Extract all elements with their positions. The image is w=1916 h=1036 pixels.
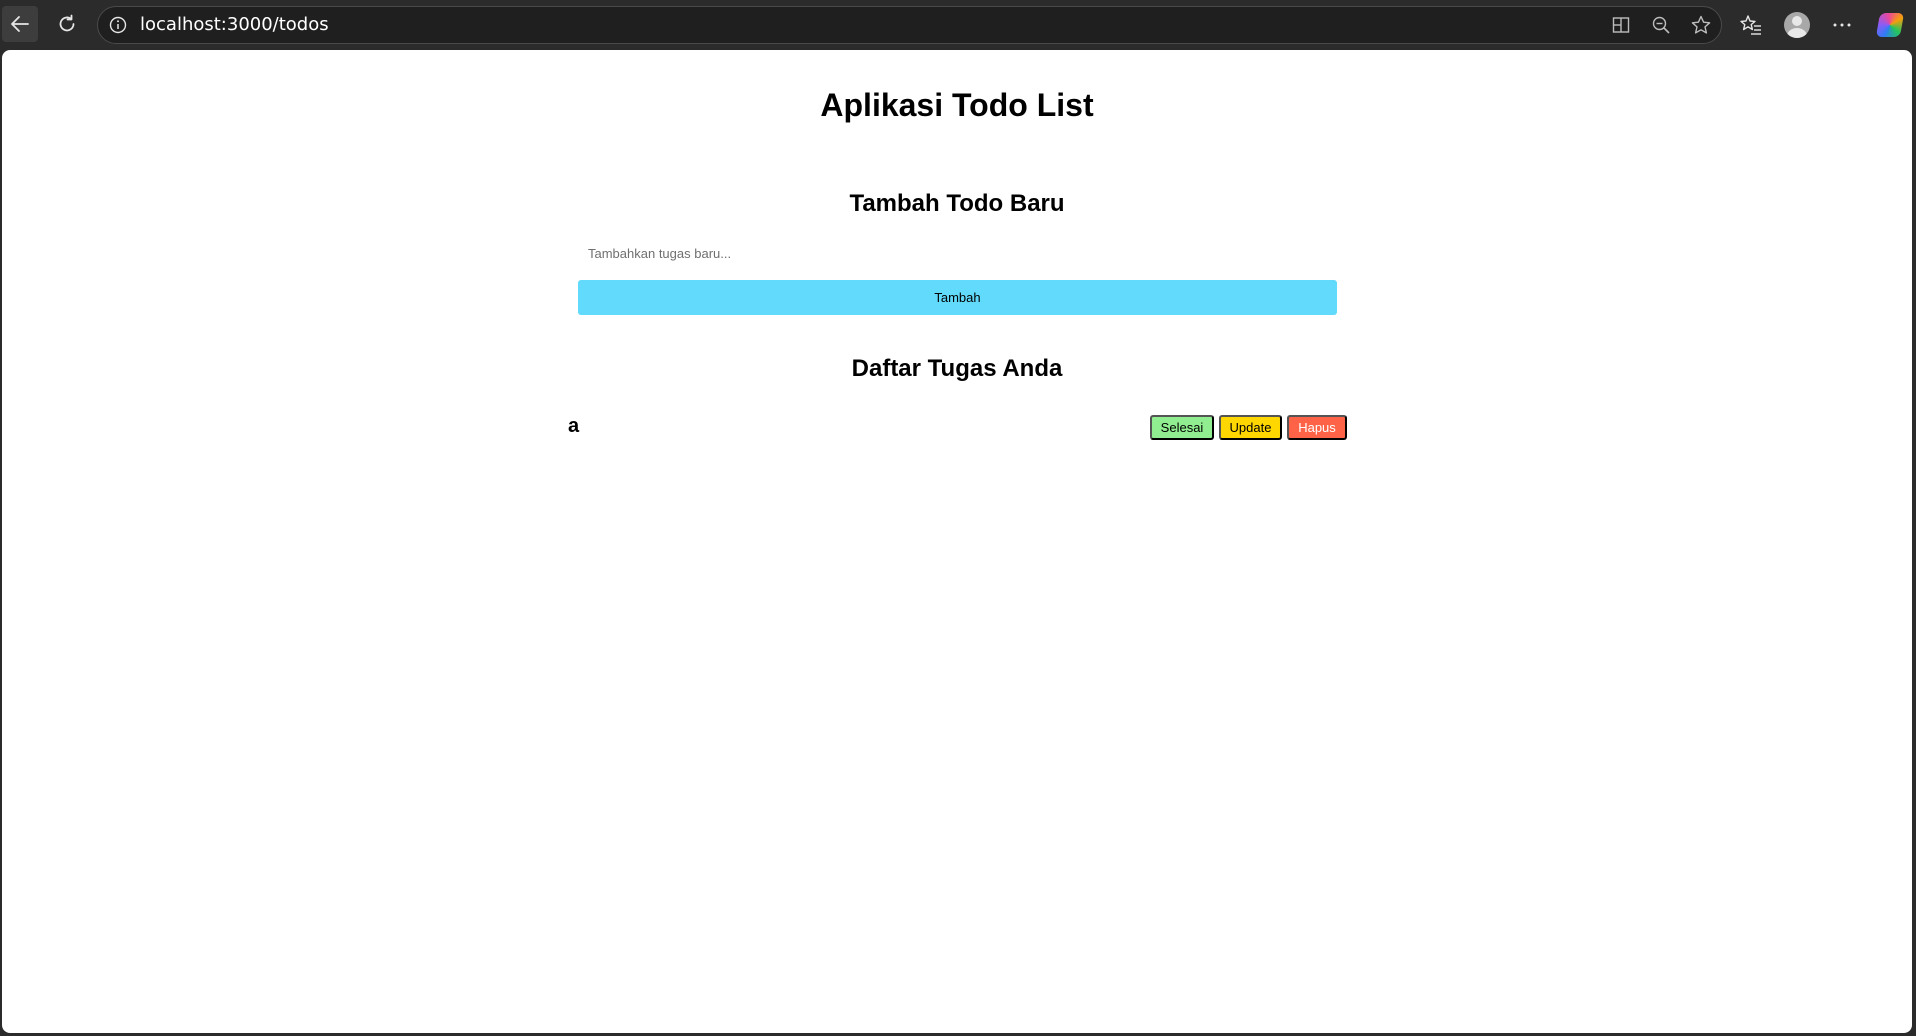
todo-list-heading: Daftar Tugas Anda (851, 355, 1063, 382)
copilot-icon[interactable] (1875, 11, 1905, 39)
back-button[interactable] (2, 6, 38, 42)
page-title: Aplikasi Todo List (820, 87, 1094, 123)
browser-toolbar: localhost:3000/todos (0, 0, 1916, 49)
todo-text: a (568, 415, 580, 437)
todo-list-item: a Selesai Update Hapus (568, 413, 1347, 441)
split-screen-icon[interactable] (1610, 14, 1632, 36)
site-info-icon[interactable] (108, 15, 128, 35)
reload-button[interactable] (49, 6, 85, 42)
back-arrow-icon (11, 16, 29, 32)
address-bar[interactable]: localhost:3000/todos (97, 6, 1722, 44)
page-viewport: Aplikasi Todo List Tambah Todo Baru Tamb… (2, 50, 1912, 1033)
favorites-list-icon[interactable] (1737, 11, 1765, 39)
window-edge (1912, 50, 1916, 1033)
add-todo-button[interactable]: Tambah (578, 280, 1337, 315)
more-options-icon[interactable] (1828, 11, 1856, 39)
add-todo-heading: Tambah Todo Baru (849, 190, 1065, 217)
update-todo-button[interactable]: Update (1219, 415, 1282, 440)
favorite-star-icon[interactable] (1690, 14, 1712, 36)
complete-todo-button[interactable]: Selesai (1150, 415, 1214, 440)
zoom-out-icon[interactable] (1650, 14, 1672, 36)
new-todo-input[interactable] (578, 237, 1337, 269)
url-text[interactable]: localhost:3000/todos (140, 7, 329, 43)
profile-avatar-icon[interactable] (1783, 11, 1811, 39)
delete-todo-button[interactable]: Hapus (1287, 415, 1347, 440)
reload-icon (59, 14, 75, 32)
